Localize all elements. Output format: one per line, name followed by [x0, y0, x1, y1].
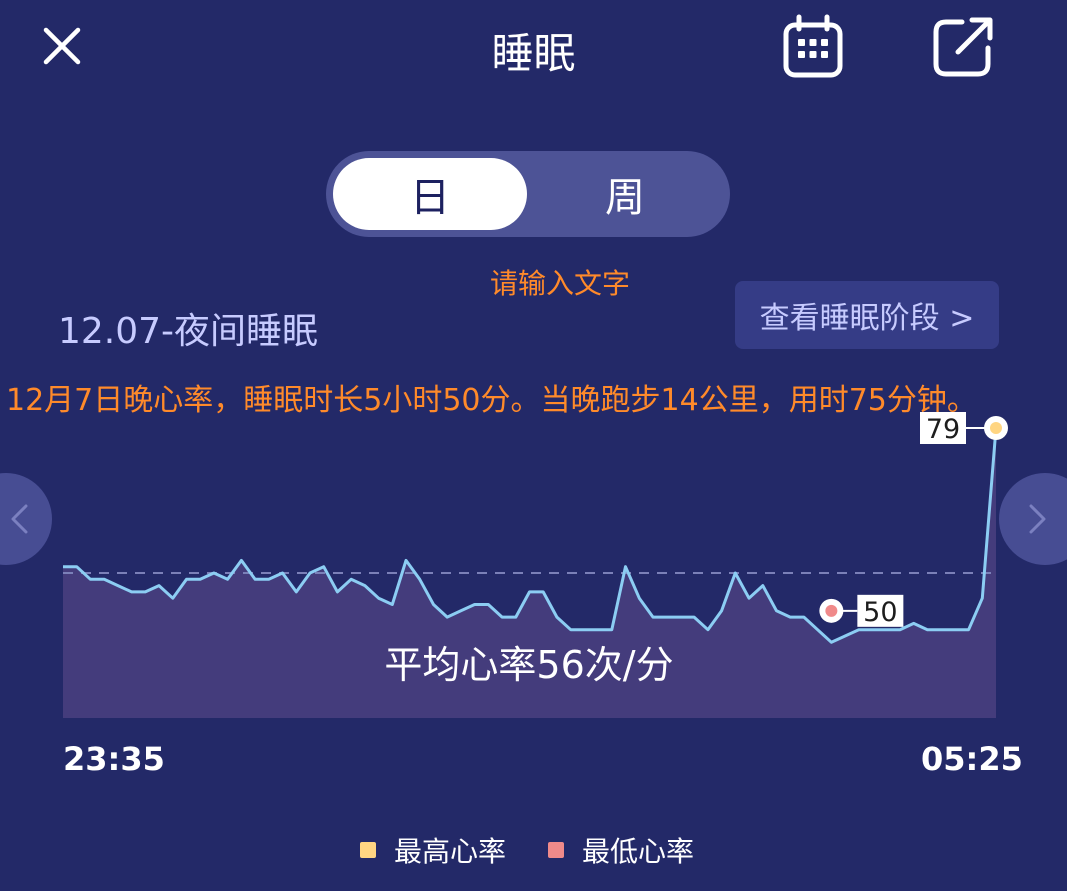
view-sleep-stages-button[interactable]: 查看睡眠阶段 > [735, 281, 999, 349]
legend-max-heart-rate: 最高心率 [360, 830, 506, 870]
legend-min-label: 最低心率 [582, 835, 695, 868]
min-heart-rate-marker [825, 604, 838, 617]
min-heart-rate-label: 50 [863, 597, 897, 628]
share-icon [933, 17, 993, 77]
share-button[interactable] [928, 12, 998, 82]
calendar-icon [783, 14, 843, 78]
x-axis-start-time: 23:35 [63, 740, 165, 778]
x-axis-end-time: 05:25 [921, 740, 1023, 778]
sleep-date-label: 12.07-夜间睡眠 [58, 311, 319, 352]
legend-min-swatch [548, 842, 564, 858]
heart-rate-chart: 79 50 [63, 412, 1008, 718]
tab-week[interactable]: 周 [527, 158, 723, 230]
average-heart-rate-label: 平均心率56次/分 [384, 643, 674, 687]
legend-min-heart-rate: 最低心率 [548, 830, 694, 870]
calendar-button[interactable] [778, 12, 848, 82]
page-title: 睡眠 [491, 29, 576, 78]
tab-day[interactable]: 日 [333, 158, 527, 230]
legend-max-swatch [360, 842, 376, 858]
max-heart-rate-label: 79 [926, 414, 960, 445]
legend-max-label: 最高心率 [394, 835, 507, 868]
max-heart-rate-marker [990, 422, 1002, 434]
